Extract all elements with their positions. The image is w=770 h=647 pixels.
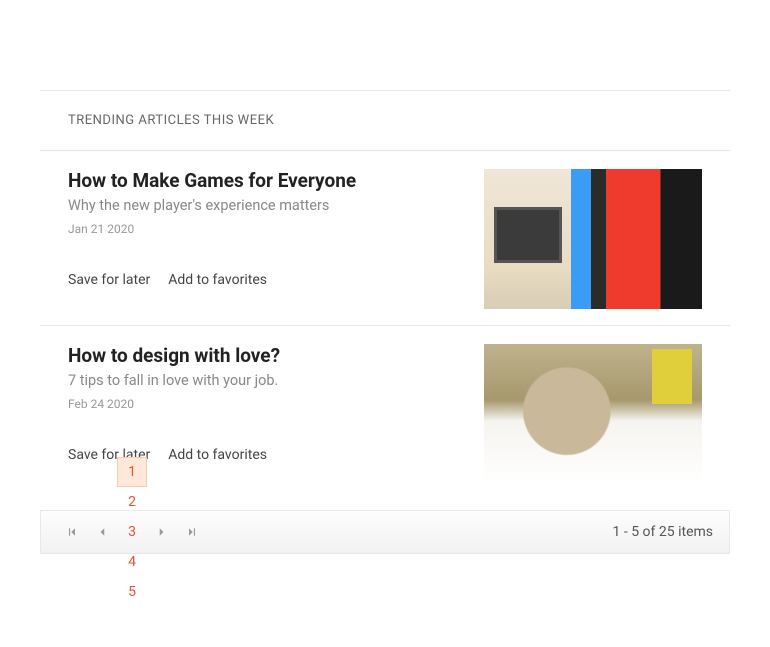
page-number-5[interactable]: 5 bbox=[117, 577, 147, 607]
first-page-icon bbox=[66, 526, 78, 538]
save-for-later-button[interactable]: Save for later bbox=[68, 272, 150, 288]
article-date: Feb 24 2020 bbox=[68, 397, 454, 411]
previous-page-button[interactable] bbox=[87, 517, 117, 547]
article-subtitle: Why the new player's experience matters bbox=[68, 197, 454, 214]
article-row: How to Make Games for Everyone Why the ne… bbox=[40, 151, 730, 326]
article-thumbnail-drawing[interactable] bbox=[484, 344, 702, 484]
page-number-4[interactable]: 4 bbox=[117, 547, 147, 577]
pagination-controls: 12345 bbox=[57, 457, 207, 607]
page-number-3[interactable]: 3 bbox=[117, 517, 147, 547]
article-text-block: How to Make Games for Everyone Why the ne… bbox=[68, 169, 454, 309]
article-actions: Save for later Add to favorites bbox=[68, 272, 454, 288]
next-page-icon bbox=[156, 526, 168, 538]
article-thumbnail-joycons[interactable] bbox=[484, 169, 702, 309]
previous-page-icon bbox=[96, 526, 108, 538]
trending-section: TRENDING ARTICLES THIS WEEK How to Make … bbox=[40, 90, 730, 500]
last-page-button[interactable] bbox=[177, 517, 207, 547]
pagination-bar: 12345 1 - 5 of 25 items bbox=[40, 510, 730, 554]
article-date: Jan 21 2020 bbox=[68, 222, 454, 236]
section-heading: TRENDING ARTICLES THIS WEEK bbox=[40, 91, 730, 151]
article-subtitle: 7 tips to fall in love with your job. bbox=[68, 372, 454, 389]
page-number-1[interactable]: 1 bbox=[117, 457, 147, 487]
last-page-icon bbox=[186, 526, 198, 538]
page-number-2[interactable]: 2 bbox=[117, 487, 147, 517]
pagination-status: 1 - 5 of 25 items bbox=[613, 524, 713, 540]
add-to-favorites-button[interactable]: Add to favorites bbox=[168, 272, 267, 288]
next-page-button[interactable] bbox=[147, 517, 177, 547]
article-title[interactable]: How to Make Games for Everyone bbox=[68, 169, 454, 192]
article-title[interactable]: How to design with love? bbox=[68, 344, 454, 367]
first-page-button[interactable] bbox=[57, 517, 87, 547]
